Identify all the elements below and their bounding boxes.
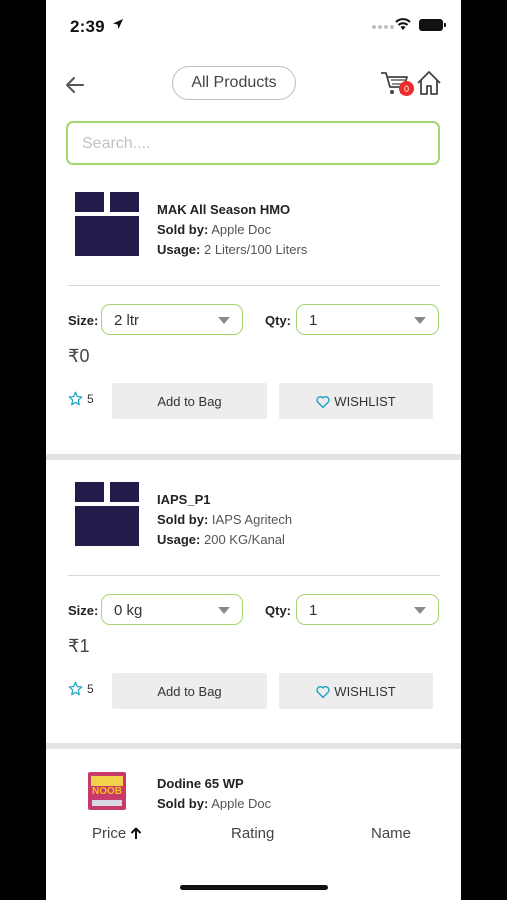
divider [68, 575, 440, 576]
wishlist-button[interactable]: WISHLIST [279, 673, 433, 709]
box-icon [75, 482, 139, 546]
chevron-down-icon [414, 607, 426, 614]
product-name: IAPS_P1 [157, 492, 211, 507]
sort-name-button[interactable]: Name [371, 825, 411, 842]
wishlist-button[interactable]: WISHLIST [279, 383, 433, 419]
product-name: Dodine 65 WP [157, 776, 244, 791]
battery-icon [419, 19, 446, 31]
product-price: ₹0 [68, 346, 90, 366]
wishlist-label: WISHLIST [334, 393, 396, 409]
qty-value: 1 [309, 312, 318, 329]
status-bar: 2:39 [46, 0, 461, 52]
qty-label: Qty: [265, 603, 291, 618]
star-icon [68, 681, 83, 696]
product-price: ₹1 [68, 636, 90, 656]
qty-value: 1 [309, 602, 318, 619]
pack-label: NOOB [92, 786, 122, 797]
sort-bar: Price Rating Name [46, 810, 461, 900]
chevron-down-icon [218, 607, 230, 614]
sold-by-label: Sold by: [157, 222, 209, 237]
product-seller: Sold by: IAPS Agritech [157, 512, 292, 527]
add-to-bag-button[interactable]: Add to Bag [112, 383, 267, 419]
home-icon[interactable] [416, 70, 442, 96]
product-rating: 5 [68, 681, 94, 696]
product-usage: Usage: 200 KG/Kanal [157, 532, 285, 547]
qty-label: Qty: [265, 313, 291, 328]
product-rating: 5 [68, 391, 94, 406]
size-select[interactable]: 0 kg [101, 594, 243, 625]
seller-value: Apple Doc [211, 796, 272, 811]
sold-by-label: Sold by: [157, 512, 209, 527]
size-value: 2 ltr [114, 312, 140, 329]
location-arrow-icon [113, 19, 123, 29]
size-label: Size: [68, 313, 99, 328]
size-select[interactable]: 2 ltr [101, 304, 243, 335]
qty-select[interactable]: 1 [296, 304, 439, 335]
back-arrow-icon[interactable] [64, 74, 86, 96]
seller-value: IAPS Agritech [211, 512, 293, 527]
heart-icon [316, 685, 330, 698]
usage-label: Usage: [157, 242, 201, 257]
cellular-signal-icon [372, 25, 394, 29]
card-separator [46, 454, 461, 460]
star-icon [68, 391, 83, 406]
arrow-up-icon [130, 827, 142, 839]
box-icon [75, 192, 139, 256]
product-seller: Sold by: Apple Doc [157, 222, 271, 237]
wifi-icon [395, 18, 411, 30]
product-name: MAK All Season HMO [157, 202, 291, 217]
sort-rating-button[interactable]: Rating [231, 825, 274, 842]
search-field[interactable] [66, 121, 440, 165]
home-indicator [180, 885, 328, 890]
sold-by-label: Sold by: [157, 796, 209, 811]
sort-price-label: Price [92, 825, 127, 842]
divider [68, 285, 440, 286]
search-input[interactable] [80, 123, 414, 165]
cart-count-badge: 0 [399, 81, 414, 96]
seller-value: Apple Doc [211, 222, 272, 237]
card-separator [46, 743, 461, 749]
usage-label: Usage: [157, 532, 201, 547]
product-usage: Usage: 2 Liters/100 Liters [157, 242, 307, 257]
chevron-down-icon [218, 317, 230, 324]
page-title: All Products [172, 66, 296, 100]
sort-price-button[interactable]: Price [92, 825, 142, 842]
size-value: 0 kg [114, 602, 143, 619]
add-to-bag-button[interactable]: Add to Bag [112, 673, 267, 709]
usage-value: 200 KG/Kanal [203, 532, 285, 547]
wishlist-label: WISHLIST [334, 683, 396, 699]
product-image: NOOB [88, 772, 126, 810]
size-label: Size: [68, 603, 99, 618]
status-time: 2:39 [70, 17, 105, 36]
qty-select[interactable]: 1 [296, 594, 439, 625]
product-seller: Sold by: Apple Doc [157, 796, 271, 811]
chevron-down-icon [414, 317, 426, 324]
rating-value: 5 [87, 681, 94, 696]
heart-icon [316, 395, 330, 408]
usage-value: 2 Liters/100 Liters [203, 242, 308, 257]
rating-value: 5 [87, 391, 94, 406]
app-screen: 2:39 All Products 0 MAK All Season HMO S… [46, 0, 461, 900]
